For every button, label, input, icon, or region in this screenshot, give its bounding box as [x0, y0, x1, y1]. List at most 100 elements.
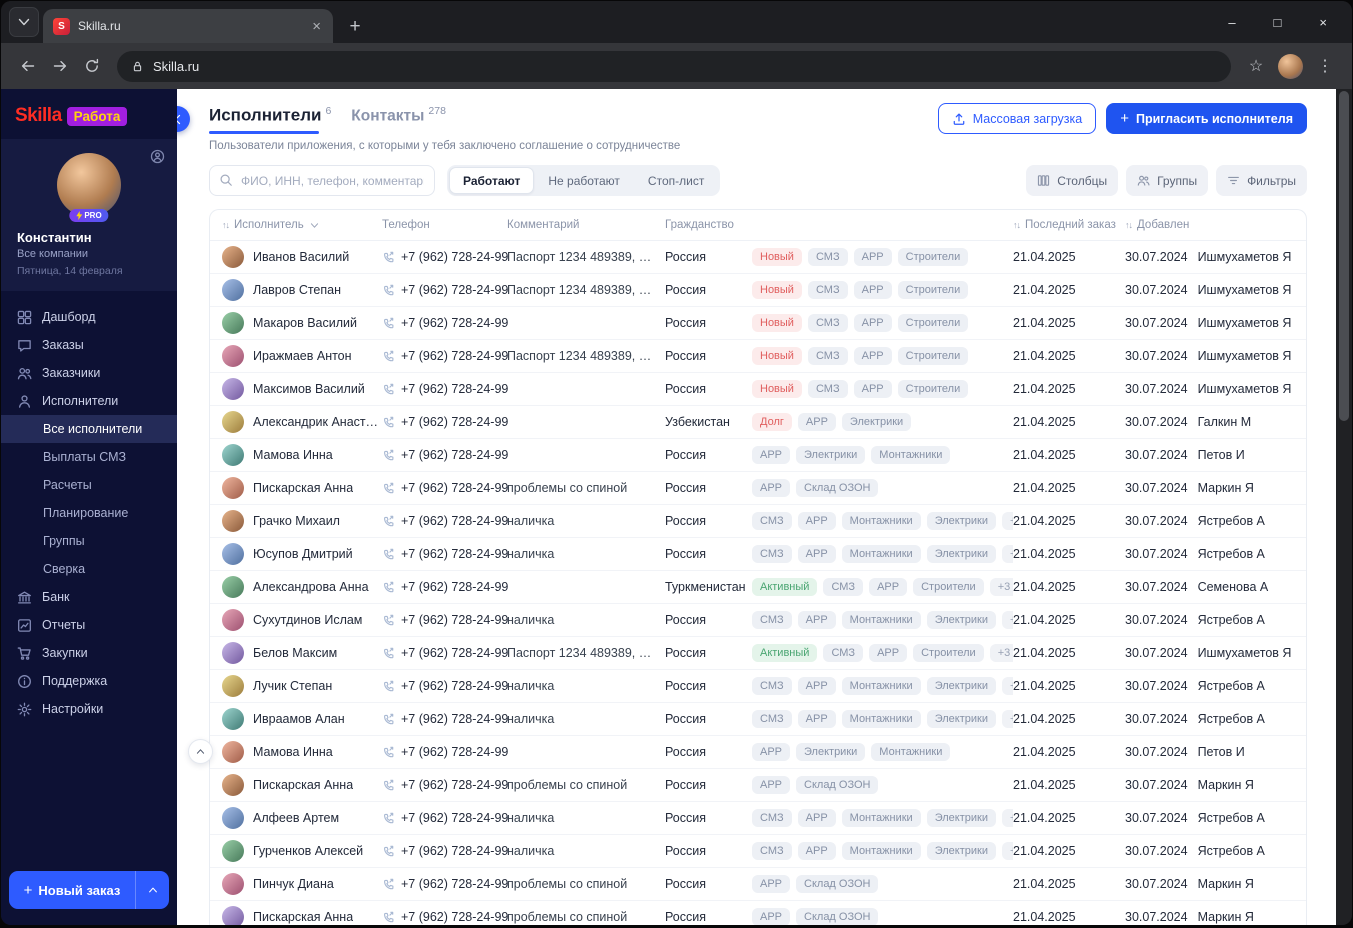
sidebar-subitem[interactable]: Выплаты СМЗ: [1, 443, 177, 471]
table-row[interactable]: Пискарская Анна +7 (962) 728-24-99 проблем…: [210, 472, 1306, 506]
table-row[interactable]: Гурченков Алексей +7 (962) 728-24-99 налич…: [210, 835, 1306, 869]
new-order-expand-button[interactable]: [135, 871, 169, 909]
bulk-upload-button[interactable]: Массовая загрузка: [937, 103, 1097, 134]
phone-cell[interactable]: +7 (962) 728-24-99: [382, 448, 508, 462]
table-row[interactable]: Ивраамов Алан +7 (962) 728-24-99 наличка Ро…: [210, 703, 1306, 737]
table-row[interactable]: Пинчук Диана +7 (962) 728-24-99 проблемы с…: [210, 868, 1306, 902]
segment-0[interactable]: Работают: [449, 167, 535, 195]
sidebar-item-workers[interactable]: Исполнители: [1, 387, 177, 415]
sidebar-item-settings[interactable]: Настройки: [1, 695, 177, 723]
table-row[interactable]: Лучик Степан +7 (962) 728-24-99 наличка Рос…: [210, 670, 1306, 704]
table-row[interactable]: Иванов Василий +7 (962) 728-24-99 Паспорт …: [210, 241, 1306, 275]
segment-2[interactable]: Стоп-лист: [634, 167, 718, 194]
sidebar-subitem[interactable]: Планирование: [1, 499, 177, 527]
refresh-button[interactable]: [77, 51, 107, 81]
performers-table: ↑↓ Исполнитель Телефон Комментарий Гражда…: [209, 209, 1307, 925]
phone-cell[interactable]: +7 (962) 728-24-99: [382, 316, 508, 330]
table-row[interactable]: Юсупов Дмитрий +7 (962) 728-24-99 наличка Р…: [210, 538, 1306, 572]
minimize-button[interactable]: –: [1209, 15, 1254, 30]
table-row[interactable]: Пискарская Анна +7 (962) 728-24-99 проблем…: [210, 901, 1306, 925]
search-input[interactable]: [209, 165, 435, 197]
phone-cell[interactable]: +7 (962) 728-24-99: [382, 646, 508, 660]
tag: +1: [1001, 842, 1013, 861]
phone-cell[interactable]: +7 (962) 728-24-99: [382, 415, 508, 429]
phone-cell[interactable]: +7 (962) 728-24-99: [382, 778, 508, 792]
table-row[interactable]: Иражмаев Антон +7 (962) 728-24-99 Паспорт …: [210, 340, 1306, 374]
phone-cell[interactable]: +7 (962) 728-24-99: [382, 712, 508, 726]
maximize-button[interactable]: □: [1255, 15, 1301, 30]
table-row[interactable]: Александрова Анна +7 (962) 728-24-99 Туркм…: [210, 571, 1306, 605]
phone-cell[interactable]: +7 (962) 728-24-99: [382, 745, 508, 759]
groups-button[interactable]: Группы: [1126, 165, 1209, 197]
table-row[interactable]: Максимов Василий +7 (962) 728-24-99 Россия…: [210, 373, 1306, 407]
profile-avatar[interactable]: [57, 153, 121, 217]
sidebar-subitem[interactable]: Сверка: [1, 555, 177, 583]
filters-button[interactable]: Фильтры: [1216, 165, 1307, 197]
phone-cell[interactable]: +7 (962) 728-24-99: [382, 613, 508, 627]
page-scrollbar[interactable]: [1336, 89, 1352, 925]
column-performer[interactable]: ↑↓ Исполнитель: [222, 219, 382, 231]
back-button[interactable]: [13, 51, 43, 81]
column-last-order[interactable]: ↑↓ Последний заказ: [1013, 219, 1125, 231]
phone-cell[interactable]: +7 (962) 728-24-99: [382, 547, 508, 561]
segment-1[interactable]: Не работают: [534, 167, 634, 194]
scrollbar-thumb[interactable]: [1339, 91, 1349, 421]
chevron-down-icon[interactable]: [309, 220, 320, 231]
table-row[interactable]: Грачко Михаил +7 (962) 728-24-99 наличка Ро…: [210, 505, 1306, 539]
close-button[interactable]: ×: [1300, 15, 1346, 30]
sidebar-item-customers[interactable]: Заказчики: [1, 359, 177, 387]
contact-card-icon[interactable]: [150, 149, 165, 169]
table-row[interactable]: Алфеев Артем +7 (962) 728-24-99 наличка Рос…: [210, 802, 1306, 836]
table-row[interactable]: Макаров Василий +7 (962) 728-24-99 Россия Н…: [210, 307, 1306, 341]
column-added[interactable]: ↑↓ Добавлен: [1125, 219, 1294, 231]
sort-icon[interactable]: ↑↓: [1013, 220, 1021, 230]
browser-tab[interactable]: S Skilla.ru ×: [43, 9, 333, 43]
phone-cell[interactable]: +7 (962) 728-24-99: [382, 283, 508, 297]
table-row[interactable]: Александрик Анастасия +7 (962) 728-24-99 У…: [210, 406, 1306, 440]
browser-menu-icon[interactable]: ⋮: [1310, 51, 1340, 81]
sidebar-item-dashboard[interactable]: Дашборд: [1, 303, 177, 331]
new-order-button[interactable]: + Новый заказ: [9, 871, 169, 909]
address-bar[interactable]: Skilla.ru: [117, 50, 1231, 82]
table-row[interactable]: Сухутдинов Ислам +7 (962) 728-24-99 наличк…: [210, 604, 1306, 638]
phone-cell[interactable]: +7 (962) 728-24-99: [382, 844, 508, 858]
forward-button[interactable]: [45, 51, 75, 81]
phone-cell[interactable]: +7 (962) 728-24-99: [382, 250, 508, 264]
phone-cell[interactable]: +7 (962) 728-24-99: [382, 580, 508, 594]
sort-icon[interactable]: ↑↓: [1125, 220, 1133, 230]
profile-company[interactable]: Все компании: [17, 248, 161, 260]
phone-cell[interactable]: +7 (962) 728-24-99: [382, 349, 508, 363]
table-row[interactable]: Пискарская Анна +7 (962) 728-24-99 проблем…: [210, 769, 1306, 803]
phone-cell[interactable]: +7 (962) 728-24-99: [382, 382, 508, 396]
tab-contacts[interactable]: Контакты 278: [351, 105, 446, 134]
invite-performer-button[interactable]: + Пригласить исполнителя: [1106, 103, 1307, 134]
sidebar-subitem[interactable]: Расчеты: [1, 471, 177, 499]
phone-cell[interactable]: +7 (962) 728-24-99: [382, 910, 508, 924]
table-row[interactable]: Мамова Инна +7 (962) 728-24-99 Россия АРР Эл…: [210, 439, 1306, 473]
phone-cell[interactable]: +7 (962) 728-24-99: [382, 679, 508, 693]
scroll-top-button[interactable]: [188, 739, 213, 764]
browser-profile-avatar[interactable]: [1278, 53, 1303, 79]
tab-close-icon[interactable]: ×: [310, 18, 323, 35]
new-tab-button[interactable]: +: [341, 12, 369, 40]
sort-icon[interactable]: ↑↓: [222, 220, 230, 230]
columns-button[interactable]: Столбцы: [1026, 165, 1119, 197]
sidebar-item-bank[interactable]: Банк: [1, 583, 177, 611]
sidebar-item-purchases[interactable]: Закупки: [1, 639, 177, 667]
sidebar-subitem[interactable]: Группы: [1, 527, 177, 555]
table-row[interactable]: Лавров Степан +7 (962) 728-24-99 Паспорт 1…: [210, 274, 1306, 308]
table-row[interactable]: Белов Максим +7 (962) 728-24-99 Паспорт 12…: [210, 637, 1306, 671]
sidebar-item-reports[interactable]: Отчеты: [1, 611, 177, 639]
sidebar-subitem[interactable]: Все исполнители: [1, 415, 177, 443]
tab-list-button[interactable]: [9, 7, 39, 37]
table-row[interactable]: Мамова Инна +7 (962) 728-24-99 Россия АРР Эл…: [210, 736, 1306, 770]
tab-performers[interactable]: Исполнители 6: [209, 105, 331, 135]
phone-cell[interactable]: +7 (962) 728-24-99: [382, 811, 508, 825]
phone-cell[interactable]: +7 (962) 728-24-99: [382, 481, 508, 495]
sidebar-item-orders[interactable]: Заказы: [1, 331, 177, 359]
bookmark-star-icon[interactable]: ☆: [1241, 51, 1271, 81]
sidebar-item-support[interactable]: Поддержка: [1, 667, 177, 695]
phone-cell[interactable]: +7 (962) 728-24-99: [382, 877, 508, 891]
phone-cell[interactable]: +7 (962) 728-24-99: [382, 514, 508, 528]
added-cell: 30.07.2024 Ястребов А: [1125, 547, 1265, 562]
